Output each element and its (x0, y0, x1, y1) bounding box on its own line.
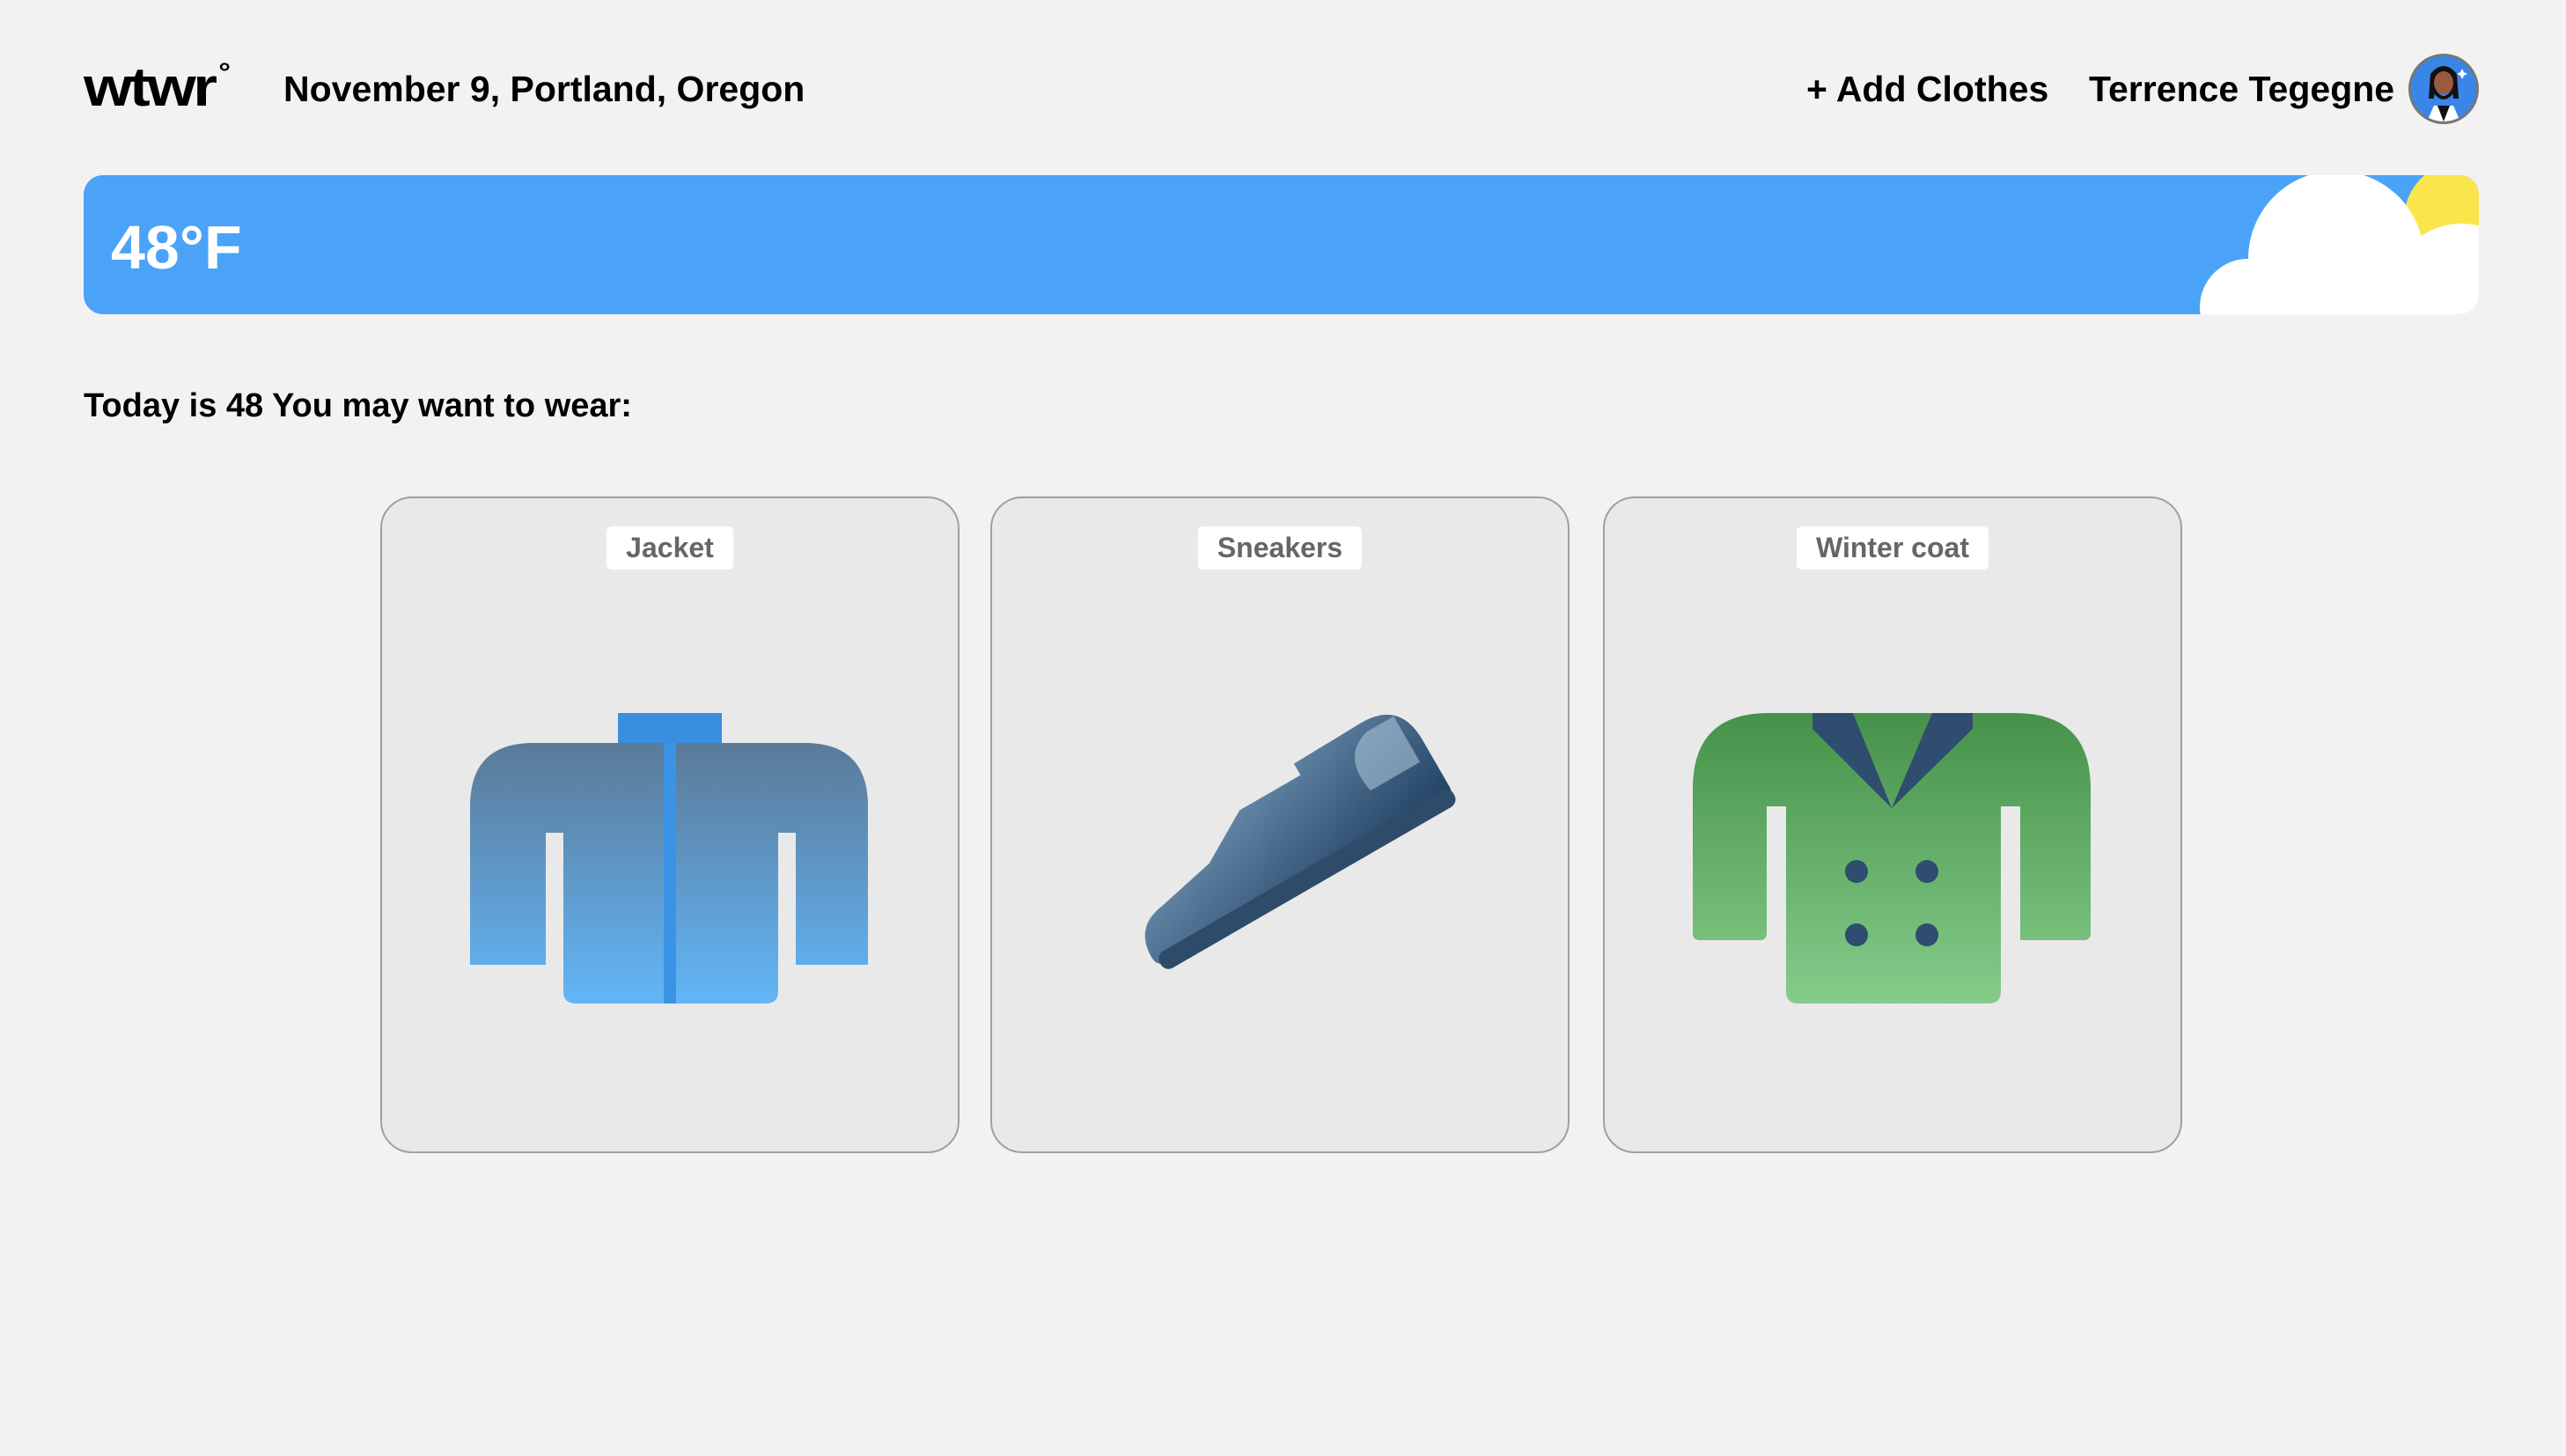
user-name[interactable]: Terrence Tegegne (2089, 69, 2394, 110)
date-location: November 9, Portland, Oregon (283, 69, 805, 109)
add-clothes-button[interactable]: + Add Clothes (1806, 69, 2048, 110)
weather-banner: 48°F (84, 175, 2479, 314)
recommendation-text: Today is 48 You may want to wear: (84, 387, 632, 424)
logo-degree: ° (218, 58, 231, 87)
item-card-winter-coat[interactable]: Winter coat (1603, 496, 2182, 1153)
item-card-jacket[interactable]: Jacket (380, 496, 959, 1153)
avatar-illustration-icon (2411, 56, 2476, 121)
item-label: Jacket (607, 526, 733, 570)
logo-text: wtwr (84, 57, 217, 118)
logo[interactable]: wtwr ° (84, 57, 231, 118)
winter-coat-icon (1693, 713, 2091, 1004)
jacket-icon (470, 713, 868, 1004)
sneaker-icon (1144, 715, 1456, 969)
sun-behind-cloud-icon (2200, 175, 2479, 314)
avatar[interactable] (2408, 54, 2479, 124)
temperature: 48°F (111, 213, 242, 282)
item-label: Winter coat (1797, 526, 1989, 570)
item-card-sneakers[interactable]: Sneakers (990, 496, 1570, 1153)
item-label: Sneakers (1197, 526, 1363, 570)
